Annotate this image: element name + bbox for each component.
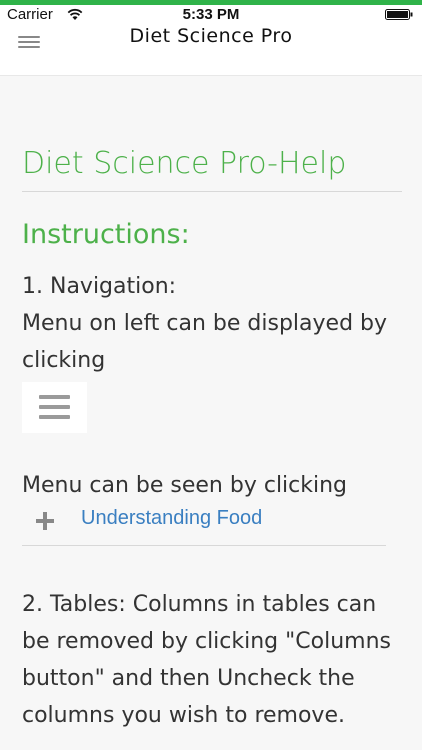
status-time: 5:33 PM [182,6,240,23]
status-bar: Carrier 5:33 PM [0,5,422,25]
app-title: Diet Science Pro [129,25,293,47]
section-title: Instructions: [22,219,190,250]
plus-icon [36,512,54,530]
battery-icon [385,9,413,20]
sample-menu-item: Understanding Food [22,504,386,546]
sample-menu-item-label: Understanding Food [81,507,263,529]
navigation-bar: Diet Science Pro [0,25,422,76]
help-content: Diet Science Pro-Help Instructions: 1. N… [22,76,402,734]
navigation-text: Menu on left can be displayed by clickin… [22,311,388,373]
hamburger-menu-sample-icon [22,382,87,433]
page-title: Diet Science Pro-Help [22,146,402,192]
navigation-heading: 1. Navigation: [22,274,177,299]
menu-instructions-text: Menu can be seen by clicking [22,473,348,498]
tables-instructions-text: 2. Tables: Columns in tables can be remo… [22,592,391,728]
